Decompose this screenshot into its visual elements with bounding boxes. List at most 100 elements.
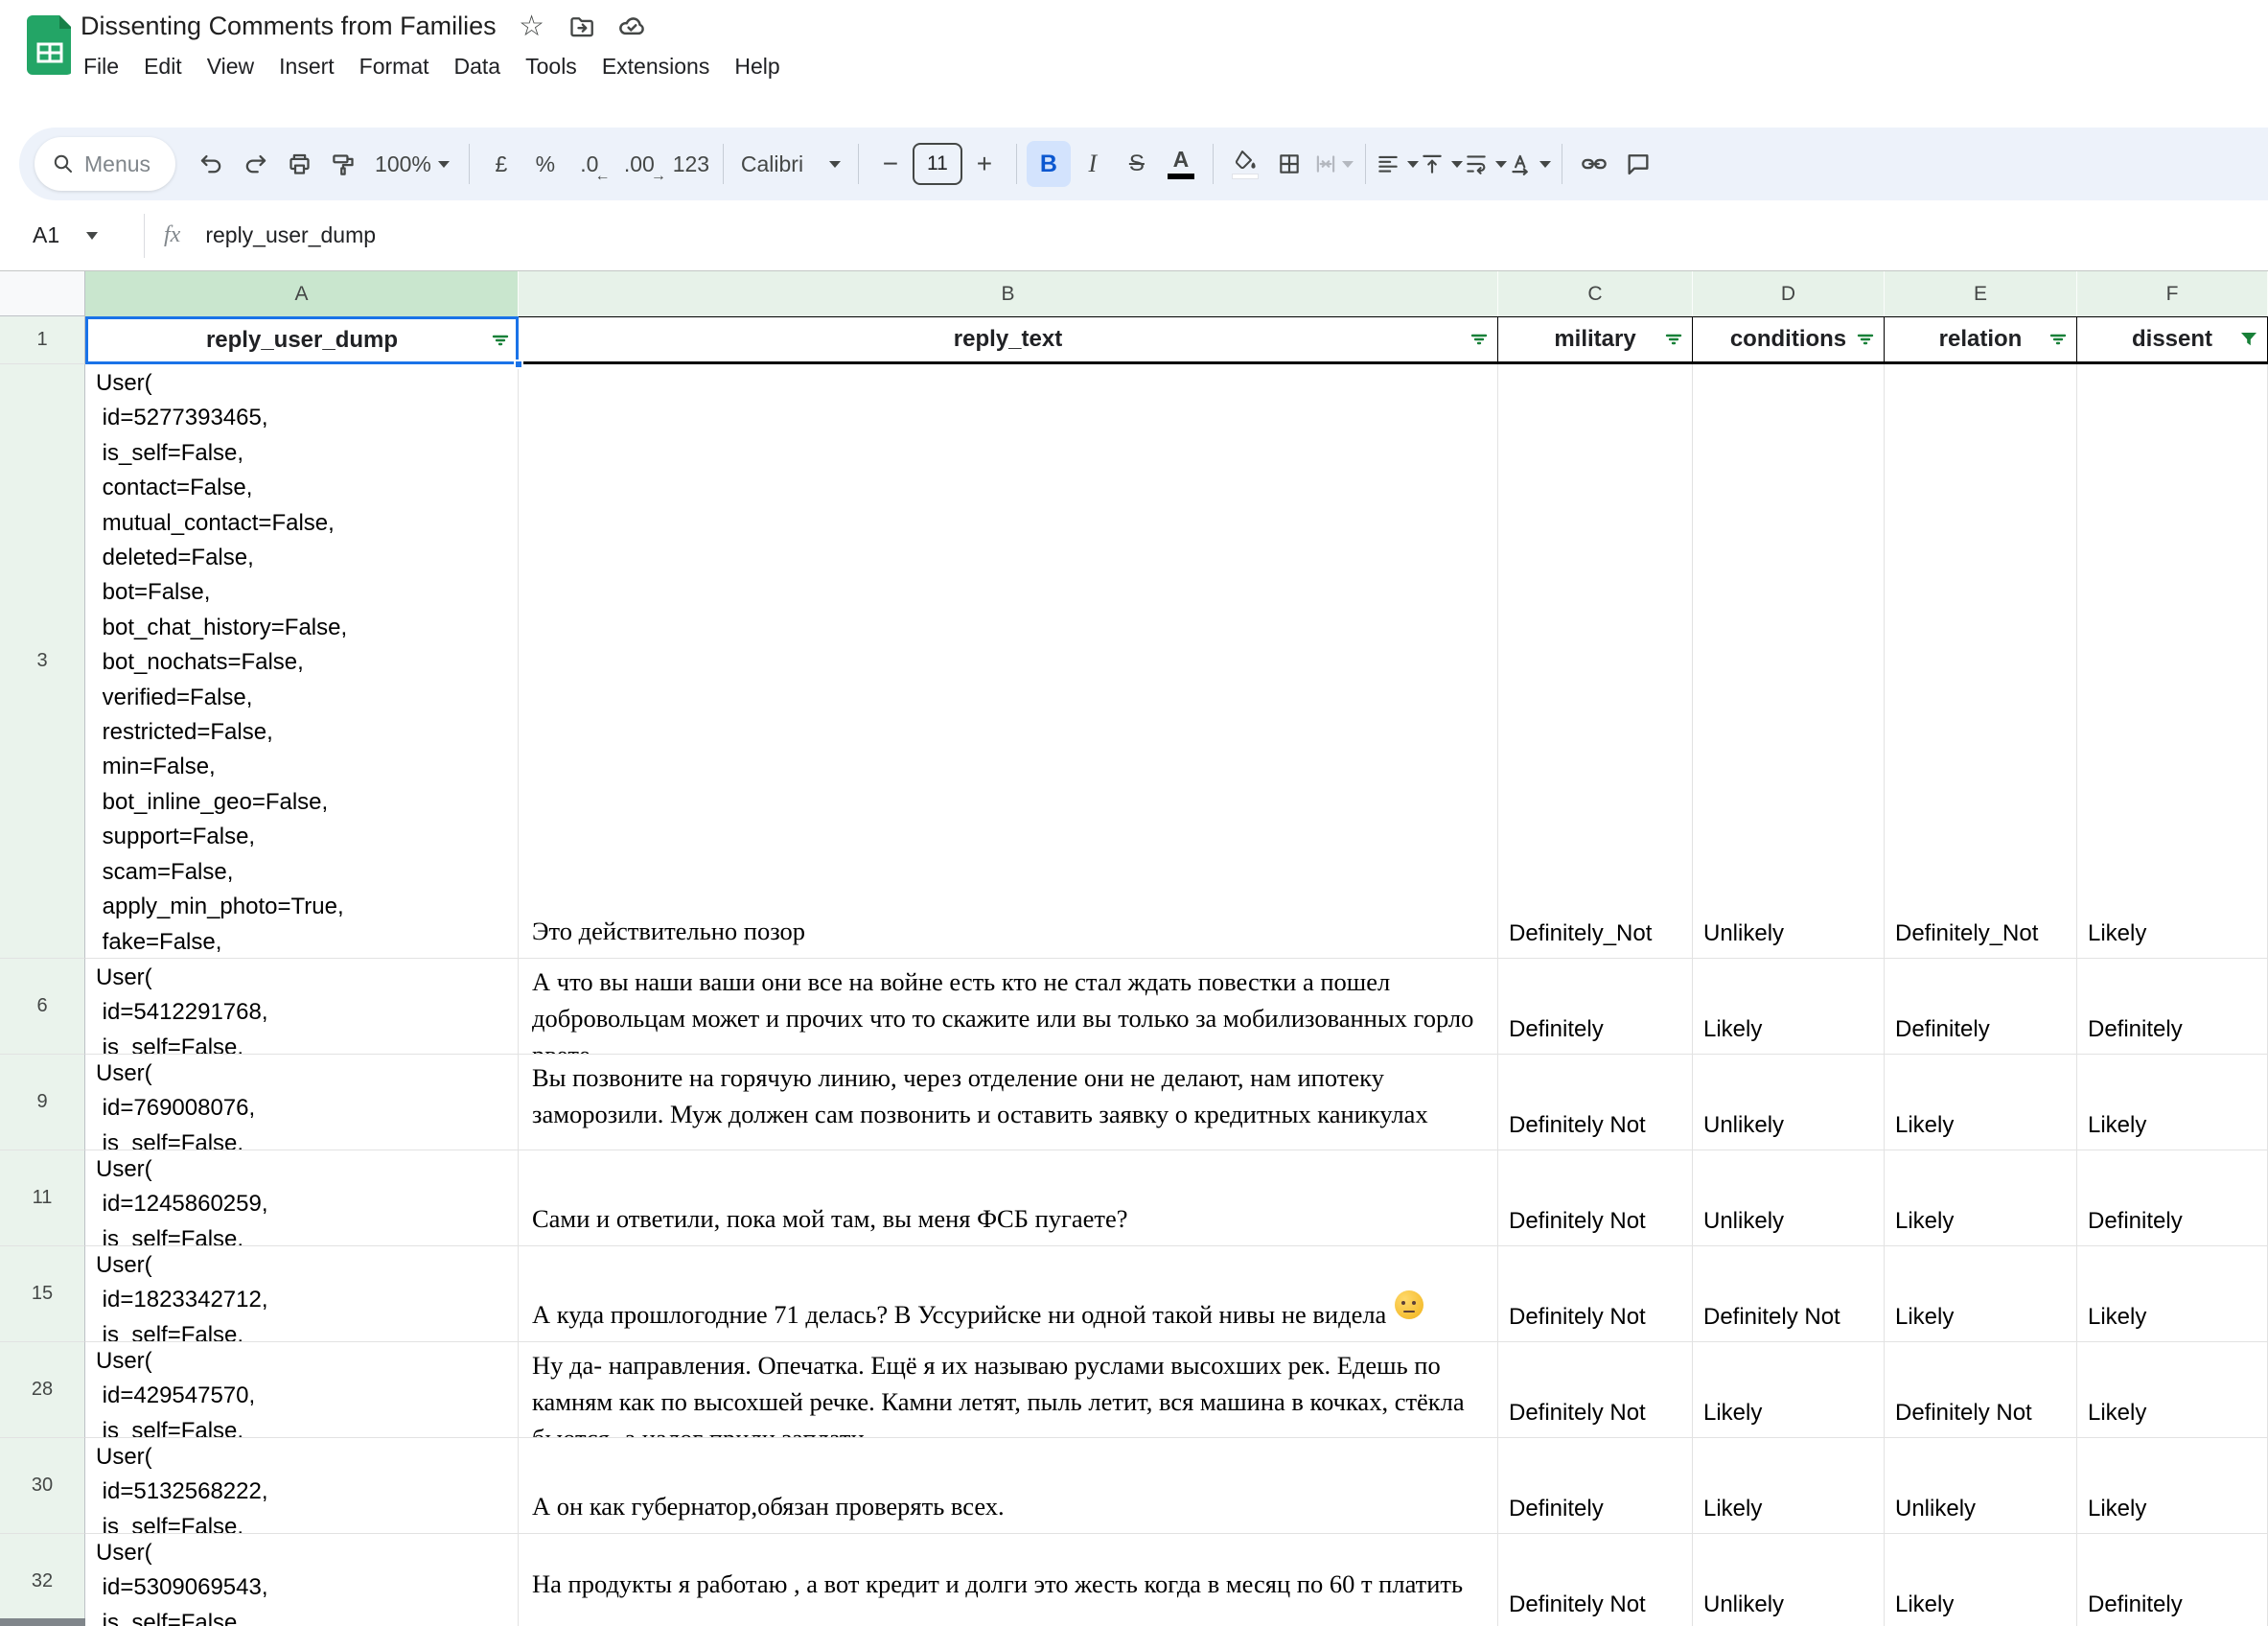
column-header-c[interactable]: C (1498, 271, 1693, 316)
column-header-d[interactable]: D (1693, 271, 1885, 316)
star-icon[interactable]: ☆ (518, 12, 546, 41)
cell-reply-text[interactable]: Вы позвоните на горячую линию, через отд… (519, 1055, 1498, 1150)
increase-font-size-button[interactable]: + (962, 141, 1007, 187)
borders-button[interactable] (1267, 141, 1311, 187)
menu-insert[interactable]: Insert (266, 50, 347, 83)
menu-extensions[interactable]: Extensions (590, 50, 723, 83)
row-number[interactable]: 30 (0, 1438, 85, 1534)
column-header-a[interactable]: A (85, 271, 519, 316)
increase-decimal-button[interactable]: .00→ (617, 141, 661, 187)
bold-button[interactable]: B (1027, 141, 1071, 187)
cell-military[interactable]: Definitely (1498, 959, 1693, 1055)
cell-relation[interactable]: Likely (1885, 1534, 2077, 1626)
active-filter-funnel-icon[interactable] (2237, 328, 2260, 351)
cloud-saved-icon[interactable] (617, 12, 646, 41)
row-number-1[interactable]: 1 (0, 316, 85, 364)
vertical-align-button[interactable] (1420, 141, 1464, 187)
header-cell-military[interactable]: military (1498, 316, 1693, 364)
cell-reply-text[interactable]: А куда прошлогодние 71 делась? В Уссурий… (519, 1246, 1498, 1342)
decrease-decimal-button[interactable]: .0← (567, 141, 612, 187)
move-folder-icon[interactable] (567, 12, 596, 41)
cell-reply-user-dump[interactable]: User( id=5412291768, is_self=False, (85, 959, 519, 1055)
cell-dissent[interactable]: Likely (2077, 364, 2268, 959)
column-header-e[interactable]: E (1885, 271, 2077, 316)
row-number[interactable]: 3 (0, 364, 85, 959)
cell-relation[interactable]: Definitely (1885, 959, 2077, 1055)
font-family-select[interactable]: Calibri (733, 141, 848, 187)
cell-conditions[interactable]: Likely (1693, 1342, 1885, 1438)
header-cell-reply-text[interactable]: reply_text (519, 316, 1498, 364)
cell-dissent[interactable]: Likely (2077, 1342, 2268, 1438)
menu-file[interactable]: File (71, 50, 131, 83)
menu-help[interactable]: Help (722, 50, 792, 83)
header-cell-conditions[interactable]: conditions (1693, 316, 1885, 364)
row-number[interactable]: 32 (0, 1534, 85, 1626)
cell-military[interactable]: Definitely_Not (1498, 364, 1693, 959)
strikethrough-button[interactable]: S (1115, 141, 1159, 187)
cell-reply-user-dump[interactable]: User( id=5277393465, is_self=False, cont… (85, 364, 519, 959)
paint-format-button[interactable] (321, 141, 365, 187)
cell-dissent[interactable]: Likely (2077, 1055, 2268, 1150)
filter-button-icon[interactable] (1854, 328, 1877, 351)
cell-relation[interactable]: Likely (1885, 1150, 2077, 1246)
cell-conditions[interactable]: Likely (1693, 959, 1885, 1055)
cell-reply-user-dump[interactable]: User( id=5309069543, is_self=False, (85, 1534, 519, 1626)
insert-comment-button[interactable] (1616, 141, 1660, 187)
cell-reply-text[interactable]: Сами и ответили, пока мой там, вы меня Ф… (519, 1150, 1498, 1246)
more-formats-button[interactable]: 123 (669, 141, 713, 187)
text-wrap-button[interactable] (1464, 141, 1508, 187)
filter-button-icon[interactable] (2047, 328, 2070, 351)
fill-color-button[interactable] (1223, 141, 1267, 187)
row-number[interactable]: 15 (0, 1246, 85, 1342)
row-number[interactable]: 9 (0, 1055, 85, 1150)
row-number[interactable]: 28 (0, 1342, 85, 1438)
cell-reply-user-dump[interactable]: User( id=769008076, is_self=False, (85, 1055, 519, 1150)
cell-dissent[interactable]: Likely (2077, 1438, 2268, 1534)
insert-link-button[interactable] (1572, 141, 1616, 187)
cell-military[interactable]: Definitely (1498, 1438, 1693, 1534)
fill-handle[interactable] (514, 360, 523, 369)
cell-relation[interactable]: Likely (1885, 1055, 2077, 1150)
cell-conditions[interactable]: Unlikely (1693, 364, 1885, 959)
header-cell-relation[interactable]: relation (1885, 316, 2077, 364)
cell-military[interactable]: Definitely Not (1498, 1342, 1693, 1438)
cell-relation[interactable]: Unlikely (1885, 1438, 2077, 1534)
column-header-f[interactable]: F (2077, 271, 2268, 316)
menu-data[interactable]: Data (442, 50, 514, 83)
redo-button[interactable] (233, 141, 277, 187)
cell-military[interactable]: Definitely Not (1498, 1534, 1693, 1626)
font-size-input[interactable]: 11 (913, 143, 962, 185)
text-color-button[interactable]: A (1159, 141, 1203, 187)
currency-format-button[interactable]: £ (479, 141, 523, 187)
italic-button[interactable]: I (1071, 141, 1115, 187)
cell-dissent[interactable]: Definitely (2077, 959, 2268, 1055)
cell-conditions[interactable]: Unlikely (1693, 1055, 1885, 1150)
cell-reply-text[interactable]: На продукты я работаю , а вот кредит и д… (519, 1534, 1498, 1626)
menu-tools[interactable]: Tools (513, 50, 590, 83)
cell-reply-user-dump[interactable]: User( id=1823342712, is_self=False, (85, 1246, 519, 1342)
filter-button-icon[interactable] (489, 329, 512, 352)
merge-cells-button[interactable] (1311, 141, 1355, 187)
cell-reply-user-dump[interactable]: User( id=429547570, is_self=False, (85, 1342, 519, 1438)
formula-input[interactable]: reply_user_dump (205, 222, 376, 248)
menu-edit[interactable]: Edit (131, 50, 195, 83)
document-title[interactable]: Dissenting Comments from Families (81, 12, 497, 41)
cell-relation[interactable]: Likely (1885, 1246, 2077, 1342)
filter-button-icon[interactable] (1662, 328, 1685, 351)
cell-relation[interactable]: Definitely Not (1885, 1342, 2077, 1438)
decrease-font-size-button[interactable]: − (868, 141, 913, 187)
select-all-corner[interactable] (0, 271, 85, 316)
cell-reply-text[interactable]: А он как губернатор,обязан проверять все… (519, 1438, 1498, 1534)
column-header-b[interactable]: B (519, 271, 1498, 316)
cell-reply-text[interactable]: Ну да- направления. Опечатка. Ещё я их н… (519, 1342, 1498, 1438)
filter-button-icon[interactable] (1468, 328, 1491, 351)
zoom-control[interactable]: 100% (365, 141, 459, 187)
cell-conditions[interactable]: Unlikely (1693, 1150, 1885, 1246)
cell-dissent[interactable]: Likely (2077, 1246, 2268, 1342)
search-menus-button[interactable]: Menus (35, 137, 175, 191)
percent-format-button[interactable]: % (523, 141, 567, 187)
header-cell-reply-user-dump[interactable]: reply_user_dump (85, 316, 519, 364)
sheets-logo-icon[interactable] (27, 15, 71, 75)
cell-reply-text[interactable]: А что вы наши ваши они все на войне есть… (519, 959, 1498, 1055)
header-cell-dissent[interactable]: dissent (2077, 316, 2268, 364)
